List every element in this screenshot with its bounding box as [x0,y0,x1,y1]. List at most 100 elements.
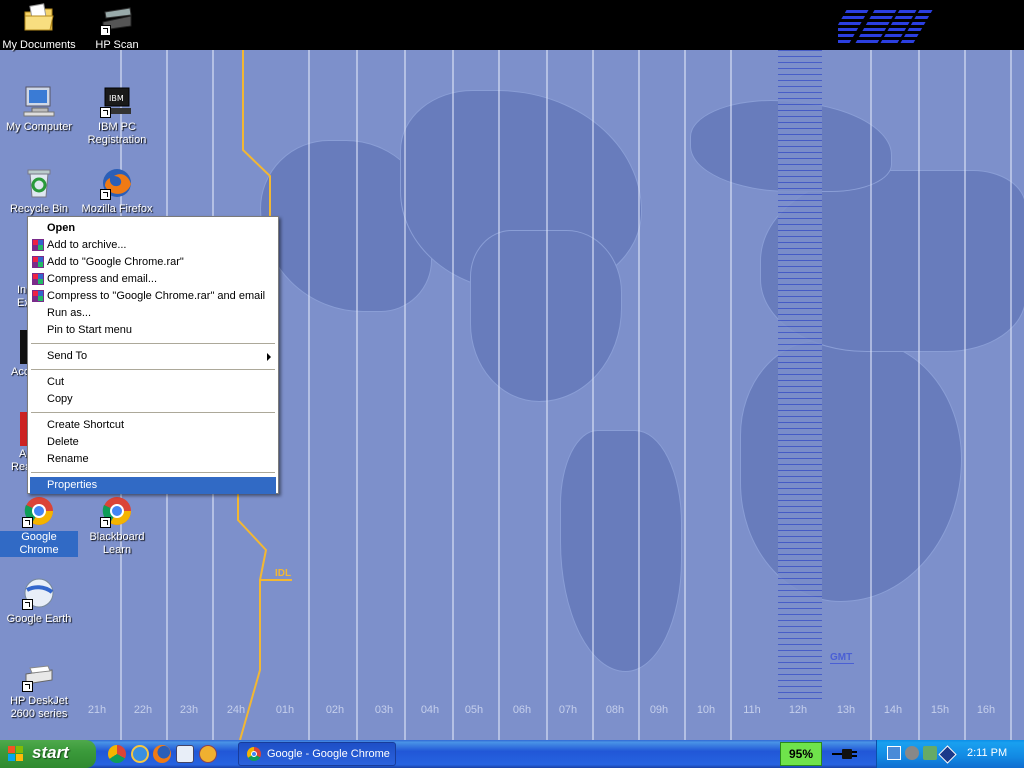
shortcut-arrow-icon [22,681,33,692]
tz-label: 22h [133,704,153,716]
tz-label: 15h [930,704,950,716]
menu-item-label: Cut [47,376,65,388]
menu-item-label: Rename [47,453,89,465]
menu-item-run-as[interactable]: Run as... [30,305,276,322]
desktop-icon-label: In [17,284,27,296]
system-tray: 2:11 PM [876,740,1024,768]
menu-item-label: Add to archive... [47,239,127,251]
tz-label: 06h [512,704,532,716]
tz-label: 08h [605,704,625,716]
menu-item-add-to-archive[interactable]: Add to archive... [30,237,276,254]
chrome-icon [100,494,134,528]
menu-item-label: Add to "Google Chrome.rar" [47,256,184,268]
menu-item-open[interactable]: Open [30,220,276,237]
menu-item-send-to[interactable]: Send To [30,348,276,365]
volume-icon[interactable] [905,746,919,760]
quicklaunch-chrome-icon[interactable] [108,745,126,763]
shortcut-arrow-icon [100,25,111,36]
start-label: start [32,743,69,762]
tz-label: 14h [883,704,903,716]
desktop-icon-hp-scan[interactable]: HP Scan [78,2,156,52]
desktop-icon-label: Google Earth [6,613,72,625]
quicklaunch-outlook-icon[interactable] [176,745,194,763]
taskbar-button-label: Google - Google Chrome [267,748,390,760]
tz-line [308,50,310,740]
desktop-icon-ibm-pc-registration[interactable]: IBM IBM PC Registration [78,84,156,147]
winrar-icon [32,273,44,285]
menu-item-label: Create Shortcut [47,419,125,431]
taskbar-button-google-chrome[interactable]: Google - Google Chrome [238,742,396,766]
desktop-icon-recycle-bin[interactable]: Recycle Bin [0,166,78,216]
menu-item-copy[interactable]: Copy [30,391,276,408]
menu-item-label: Open [47,222,76,234]
power-plug-icon[interactable] [830,746,860,762]
desktop-icon-google-earth[interactable]: Google Earth [0,576,78,626]
quicklaunch-media-player-icon[interactable] [199,745,217,763]
gmt-label: GMT [830,652,854,664]
desktop-icon-label: Blackboard Learn [89,531,145,556]
desktop-icon-label: HP DeskJet 2600 series [10,695,68,720]
desktop-icon-label: Mozilla Firefox [81,203,153,215]
tz-label: 09h [649,704,669,716]
menu-item-add-to-rar[interactable]: Add to "Google Chrome.rar" [30,254,276,271]
shortcut-arrow-icon [100,189,111,200]
menu-item-rename[interactable]: Rename [30,451,276,468]
menu-separator [31,472,275,473]
windows-flag-icon [8,746,23,761]
tz-label: 07h [558,704,578,716]
menu-item-pin-to-start[interactable]: Pin to Start menu [30,322,276,339]
menu-item-create-shortcut[interactable]: Create Shortcut [30,417,276,434]
tz-label: 02h [325,704,345,716]
desktop-icon-label: My Computer [5,121,73,133]
land-south-america [560,430,682,672]
taskbar-clock[interactable]: 2:11 PM [967,747,1007,759]
tz-label: 23h [179,704,199,716]
quicklaunch-firefox-icon[interactable] [153,745,171,763]
tz-line [638,50,640,740]
intel-graphics-icon[interactable] [938,745,957,764]
menu-item-label: Compress to "Google Chrome.rar" and emai… [47,290,266,302]
tz-label: 03h [374,704,394,716]
desktop-icon-label: My Documents [2,39,76,51]
desktop-icon-my-documents[interactable]: My Documents [0,2,78,52]
shortcut-arrow-icon [22,599,33,610]
battery-meter[interactable]: 95% [780,742,822,766]
tz-label: 24h [226,704,246,716]
tz-line [404,50,406,740]
tz-label: 01h [275,704,295,716]
tz-label: 04h [420,704,440,716]
desktop-icon-google-chrome[interactable]: Google Chrome [0,494,78,557]
tz-line [1010,50,1012,740]
chrome-icon [22,494,56,528]
desktop-icon-my-computer[interactable]: My Computer [0,84,78,134]
submenu-arrow-icon [267,353,271,361]
tz-line [592,50,594,740]
menu-item-compress-to-rar-and-email[interactable]: Compress to "Google Chrome.rar" and emai… [30,288,276,305]
menu-item-properties[interactable]: Properties [30,477,276,494]
desktop-icon-blackboard-learn[interactable]: Blackboard Learn [78,494,156,557]
menu-separator [31,412,275,413]
idl-label: IDL [275,568,292,579]
menu-item-compress-and-email[interactable]: Compress and email... [30,271,276,288]
security-shield-icon[interactable] [923,746,937,760]
menu-item-label: Run as... [47,307,92,319]
computer-icon [22,84,56,118]
firefox-icon [100,166,134,200]
tz-line [356,50,358,740]
tz-line [964,50,966,740]
desktop-icon-hp-deskjet[interactable]: HP DeskJet 2600 series [0,658,78,721]
quicklaunch-internet-explorer-icon[interactable] [131,745,149,763]
menu-item-delete[interactable]: Delete [30,434,276,451]
start-button[interactable]: start [0,740,96,768]
shortcut-arrow-icon [100,107,111,118]
tz-line [684,50,686,740]
desktop-icon-mozilla-firefox[interactable]: Mozilla Firefox [78,166,156,216]
menu-item-label: Send To [47,350,88,362]
tz-line [918,50,920,740]
menu-item-cut[interactable]: Cut [30,374,276,391]
desktop-icon-label: IBM PC Registration [87,121,147,146]
network-icon[interactable] [887,746,901,760]
tz-label: 13h [836,704,856,716]
winrar-icon [32,290,44,302]
scanner-icon [100,2,134,36]
